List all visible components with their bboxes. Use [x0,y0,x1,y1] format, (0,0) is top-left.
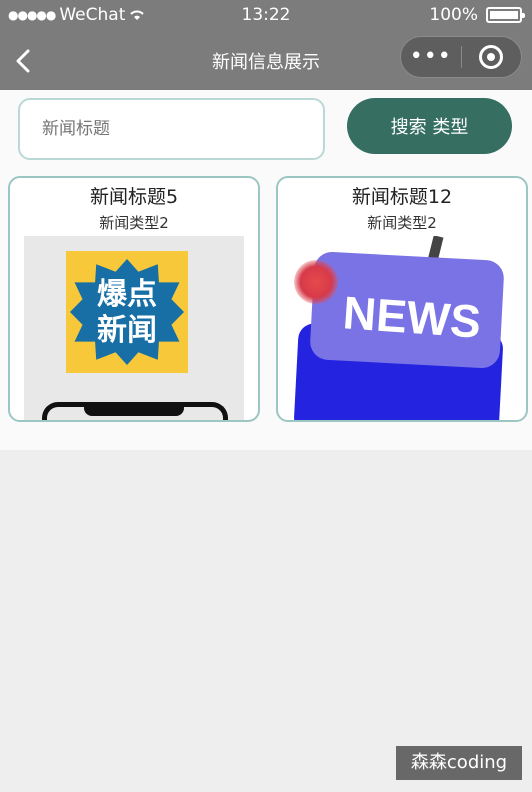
battery-icon [486,7,525,23]
news-poster: 爆点 新闻 [66,251,188,373]
news-card[interactable]: 新闻标题12 新闻类型2 NEWS [276,176,528,422]
status-bar: ●●●●● WeChat 13:22 100% [0,0,532,32]
more-options-icon[interactable]: ••• [401,46,461,68]
close-miniprogram-button[interactable] [461,45,521,69]
watermark: 森森coding [396,746,522,780]
target-icon [479,45,504,69]
search-type-button[interactable]: 搜索 类型 [347,98,512,154]
news-type: 新闻类型2 [367,214,437,232]
touch-indicator [294,260,338,304]
poster-line-1: 爆点 [97,277,157,312]
news-card[interactable]: 新闻标题5 新闻类型2 爆点 新闻 [8,176,260,422]
news-image: 爆点 新闻 [24,236,244,420]
status-battery-group: 100% [429,5,525,25]
news-image: NEWS [292,236,512,420]
navigation-bar: 新闻信息展示 ••• [0,32,532,90]
phone-notch [84,402,184,416]
battery-percent: 100% [429,5,478,25]
news-title: 新闻标题12 [351,186,453,208]
poster-text: 爆点 新闻 [66,277,188,349]
search-input[interactable] [18,98,325,160]
news-type: 新闻类型2 [99,214,169,232]
news-title: 新闻标题5 [89,186,179,208]
miniprogram-capsule: ••• [400,36,522,78]
poster-line-2: 新闻 [97,313,157,348]
